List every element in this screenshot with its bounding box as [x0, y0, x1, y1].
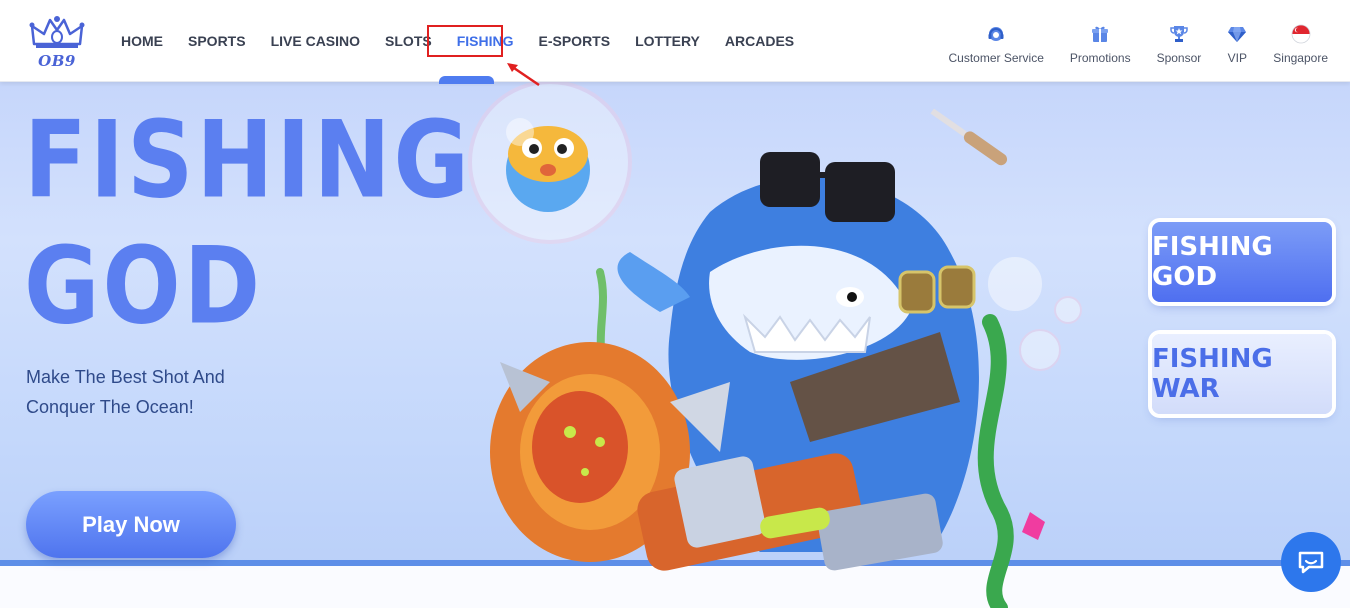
nav-home[interactable]: HOME — [121, 33, 163, 49]
vip-link[interactable]: VIP — [1227, 24, 1247, 65]
gift-icon — [1092, 26, 1109, 42]
nav-slots[interactable]: SLOTS — [385, 33, 432, 49]
game-tab-fishing-god[interactable]: FISHING GOD — [1152, 222, 1332, 302]
utility-bar: Customer Service Promotions Sponsor VIP … — [923, 24, 1328, 65]
nav-live-casino[interactable]: LIVE CASINO — [271, 33, 360, 49]
bubble-icon — [988, 257, 1042, 311]
site-header: OB9 HOME SPORTS LIVE CASINO SLOTS FISHIN… — [0, 0, 1350, 82]
crown-icon — [29, 16, 85, 48]
annotation-arrow-icon — [507, 63, 540, 87]
singapore-flag-icon — [1291, 24, 1311, 44]
nav-arcades[interactable]: ARCADES — [725, 33, 794, 49]
shark-cannon-illustration — [468, 82, 1082, 608]
live-chat-button[interactable] — [1281, 532, 1341, 592]
region-label: Singapore — [1273, 51, 1328, 65]
nav-e-sports[interactable]: E-SPORTS — [539, 33, 611, 49]
hero-title-line1: FISHING — [24, 98, 473, 222]
bubble-icon — [1019, 329, 1061, 371]
sponsor-label: Sponsor — [1156, 51, 1202, 65]
nav-sports[interactable]: SPORTS — [188, 33, 246, 49]
hero-banner: FISHING GOD Make The Best Shot And Conqu… — [0, 82, 1350, 608]
logo-text: OB9 — [38, 52, 76, 70]
play-now-button[interactable]: Play Now — [26, 491, 236, 558]
sponsor-link[interactable]: Sponsor — [1156, 24, 1202, 65]
trophy-icon — [1170, 26, 1188, 42]
promotions-label: Promotions — [1069, 51, 1131, 65]
bubble-icon — [1054, 296, 1082, 324]
nav-lottery[interactable]: LOTTERY — [635, 33, 700, 49]
customer-service-label: Customer Service — [948, 51, 1044, 65]
active-tab-indicator — [439, 76, 494, 84]
bullet-icon — [930, 108, 1008, 166]
logo[interactable]: OB9 — [28, 14, 86, 70]
pufferfish-bubble-icon — [468, 82, 632, 244]
headset-icon — [988, 27, 1004, 41]
vip-label: VIP — [1227, 51, 1247, 65]
hero-title-line2: GOD — [24, 224, 264, 348]
annotation-highlight-box — [427, 25, 503, 57]
promotions-link[interactable]: Promotions — [1070, 24, 1131, 65]
hero-subtitle: Make The Best Shot And Conquer The Ocean… — [26, 367, 225, 417]
chat-bubble-icon — [1298, 551, 1324, 574]
customer-service-link[interactable]: Customer Service — [949, 24, 1044, 65]
diamond-icon — [1228, 27, 1247, 42]
region-selector[interactable]: Singapore — [1273, 24, 1328, 65]
game-tab-fishing-war[interactable]: FISHING WAR — [1152, 334, 1332, 414]
